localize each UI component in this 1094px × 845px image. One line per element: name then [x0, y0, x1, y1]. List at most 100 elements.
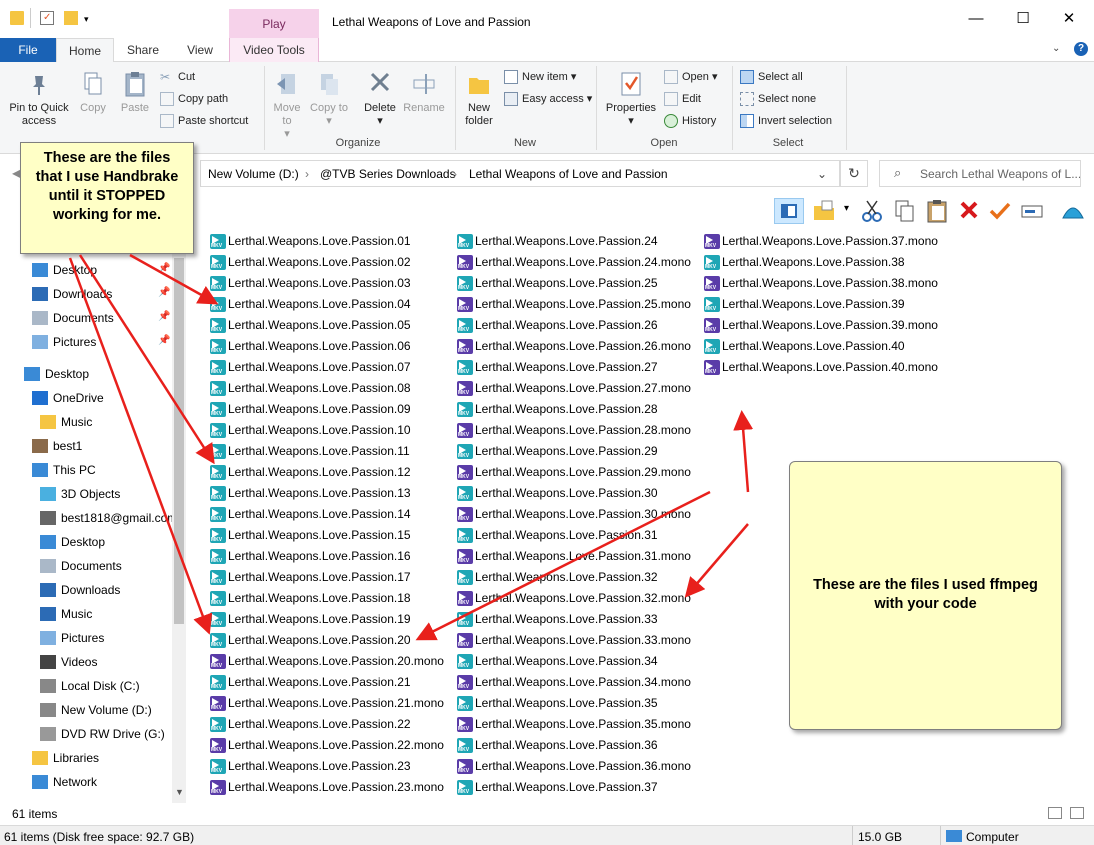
mkv-video-icon: MKV	[457, 696, 473, 711]
file-name: Lerthal.Weapons.Love.Passion.02	[228, 255, 411, 269]
file-name: Lerthal.Weapons.Love.Passion.22.mono	[228, 738, 444, 752]
nav-item-label: 3D Objects	[61, 487, 121, 501]
callout-handbrake: These are the files that I use Handbrake…	[20, 142, 194, 254]
chevron-right-icon[interactable]: ›	[453, 167, 457, 181]
mkv-video-icon: MKV	[457, 339, 473, 354]
minimize-button[interactable]: —	[966, 9, 986, 29]
mkv-video-icon: MKV	[457, 633, 473, 648]
mkv-video-icon: MKV	[210, 297, 226, 312]
tab-view[interactable]: View	[176, 38, 224, 62]
chevron-down-icon[interactable]: ⌄	[1052, 43, 1060, 54]
rename-icon[interactable]	[1020, 198, 1044, 224]
mkv-video-icon: MKV	[210, 360, 226, 375]
mkv-video-icon: MKV	[210, 255, 226, 270]
scroll-down-icon[interactable]: ▼	[175, 787, 184, 797]
group-label-new: New	[513, 137, 536, 149]
large-icons-view-icon[interactable]	[1070, 807, 1084, 819]
paste-shortcut-button[interactable]: Paste shortcut	[160, 112, 248, 130]
file-name: Lerthal.Weapons.Love.Passion.26	[475, 318, 658, 332]
delete-button[interactable]: Delete ▾	[358, 70, 402, 128]
tab-file[interactable]: File	[0, 38, 56, 62]
pin-icon[interactable]: 📌	[158, 263, 170, 274]
scissors-icon[interactable]	[860, 198, 884, 224]
file-name: Lerthal.Weapons.Love.Passion.16	[228, 549, 411, 563]
mkv-video-icon: MKV	[457, 675, 473, 690]
mkv-video-icon: MKV	[457, 717, 473, 732]
tab-video-tools[interactable]: Video Tools	[229, 38, 319, 62]
invert-selection-button[interactable]: Invert selection	[740, 112, 832, 130]
file-name: Lerthal.Weapons.Love.Passion.31.mono	[475, 549, 691, 563]
pin-icon[interactable]: 📌	[158, 311, 170, 322]
maximize-button[interactable]: ☐	[1013, 9, 1033, 29]
copy-button[interactable]: Copy	[76, 70, 110, 115]
file-name: Lerthal.Weapons.Love.Passion.40	[722, 339, 905, 353]
details-view-icon[interactable]	[1048, 807, 1062, 819]
mkv-video-icon: MKV	[457, 780, 473, 795]
nav-item-label: Music	[61, 607, 93, 621]
easy-access-button[interactable]: Easy access ▾	[504, 90, 592, 108]
help-icon[interactable]: ?	[1074, 42, 1088, 56]
tab-home[interactable]: Home	[56, 38, 114, 63]
address-bar[interactable]: New Volume (D:) › @TVB Series Downloads …	[200, 160, 840, 187]
mkv-video-icon: MKV	[457, 234, 473, 249]
select-none-button[interactable]: Select none	[740, 90, 816, 108]
folder-options-icon[interactable]	[812, 198, 836, 224]
group-separator	[846, 66, 847, 150]
customize-toolbar-icon[interactable]: ▾	[84, 14, 89, 25]
checkmark-icon[interactable]	[988, 198, 1012, 224]
window-title: Lethal Weapons of Love and Passion	[332, 15, 531, 29]
breadcrumb-folder[interactable]: @TVB Series Downloads	[320, 167, 456, 181]
nav-item-label: Downloads	[53, 287, 113, 301]
paste-button[interactable]: Paste	[118, 70, 152, 115]
refresh-button[interactable]: ↻	[840, 160, 868, 187]
copy-icon[interactable]	[893, 198, 917, 224]
group-separator	[596, 66, 597, 150]
nav-scrollbar-thumb[interactable]	[174, 258, 184, 624]
desktop-icon	[40, 535, 56, 549]
cut-button[interactable]: ✂ Cut	[160, 68, 195, 86]
chevron-down-icon[interactable]: ▾	[844, 203, 849, 214]
pin-icon[interactable]: 📌	[158, 335, 170, 346]
mkv-video-icon: MKV	[210, 402, 226, 417]
rename-button[interactable]: Rename	[402, 70, 446, 115]
folder-icon[interactable]	[10, 11, 24, 25]
properties-button[interactable]: Properties ▾	[602, 70, 660, 128]
arrow-to-file-40-mono	[733, 410, 754, 493]
paste-shortcut-icon	[160, 114, 174, 128]
tab-share[interactable]: Share	[118, 38, 168, 62]
preview-pane-icon[interactable]	[774, 198, 804, 224]
new-folder-icon[interactable]	[64, 11, 78, 25]
file-name: Lerthal.Weapons.Love.Passion.09	[228, 402, 411, 416]
move-to-button[interactable]: Move to ▾	[268, 70, 306, 141]
history-button[interactable]: History	[664, 112, 716, 130]
shell-icon[interactable]	[1060, 198, 1084, 224]
search-input[interactable]: Search Lethal Weapons of L...	[920, 167, 1080, 181]
edit-button[interactable]: Edit	[664, 90, 701, 108]
mkv-video-icon: MKV	[457, 360, 473, 375]
copy-path-button[interactable]: Copy path	[160, 90, 228, 108]
pin-icon[interactable]: 📌	[158, 287, 170, 298]
file-name: Lerthal.Weapons.Love.Passion.21	[228, 675, 411, 689]
new-folder-button[interactable]: New folder	[460, 70, 498, 128]
mkv-video-icon: MKV	[457, 381, 473, 396]
copy-to-icon	[317, 70, 341, 98]
chevron-right-icon[interactable]: ›	[305, 167, 309, 181]
copy-to-button[interactable]: Copy to ▾	[310, 70, 348, 128]
new-item-button[interactable]: New item ▾	[504, 68, 576, 86]
delete-icon[interactable]	[957, 198, 981, 224]
breadcrumb-current[interactable]: Lethal Weapons of Love and Passion	[469, 167, 668, 181]
chevron-down-icon[interactable]: ⌄	[817, 167, 827, 181]
paste-icon[interactable]	[925, 198, 949, 224]
breadcrumb-drive[interactable]: New Volume (D:)	[208, 167, 299, 181]
file-name: Lerthal.Weapons.Love.Passion.13	[228, 486, 411, 500]
file-name: Lerthal.Weapons.Love.Passion.38	[722, 255, 905, 269]
search-box[interactable]: ⌕ Search Lethal Weapons of L...	[879, 160, 1081, 187]
arrow-to-file-32-mono	[684, 523, 749, 598]
select-all-button[interactable]: Select all	[740, 68, 803, 86]
computer-icon	[946, 830, 962, 842]
open-button[interactable]: Open ▾	[664, 68, 718, 86]
close-button[interactable]: ✕	[1059, 9, 1079, 29]
properties-icon[interactable]: ✓	[40, 11, 54, 25]
pin-to-quick-access-button[interactable]: Pin to Quick access	[4, 70, 74, 128]
file-name: Lerthal.Weapons.Love.Passion.24	[475, 234, 658, 248]
